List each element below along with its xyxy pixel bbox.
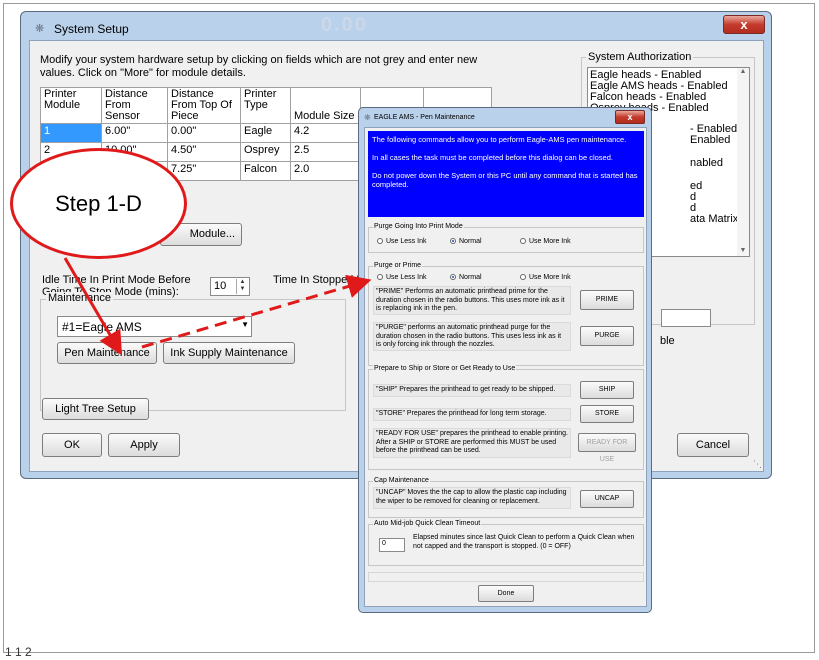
arrow-to-pen-maintenance <box>63 257 123 356</box>
annotation-arrows <box>63 257 372 356</box>
arrow-to-dialog <box>141 274 372 349</box>
bottom-caption: 1 1 2 <box>5 645 32 659</box>
